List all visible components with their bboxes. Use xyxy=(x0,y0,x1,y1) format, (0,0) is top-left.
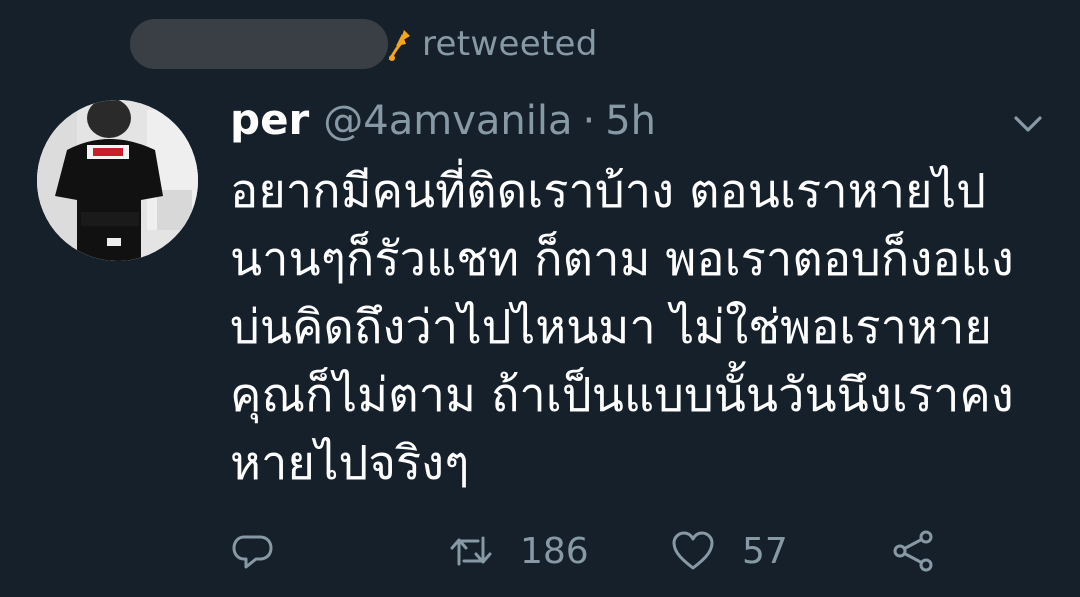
retweeted-label: retweeted xyxy=(422,24,598,64)
retweet-button[interactable]: 186 xyxy=(448,525,589,577)
avatar-photo xyxy=(37,100,198,261)
tweet-text: อยากมีคนที่ติดเราบ้าง ตอนเราหายไป นานๆก็… xyxy=(230,158,1050,498)
chevron-down-icon[interactable] xyxy=(1012,108,1044,140)
redacted-retweeter-name xyxy=(130,19,388,69)
tweet-header: per @4amvanila · 5h xyxy=(230,95,656,151)
like-count: 57 xyxy=(742,530,788,572)
display-name[interactable]: per xyxy=(230,95,309,144)
like-button[interactable]: 57 xyxy=(670,525,788,577)
avatar[interactable] xyxy=(37,100,198,261)
heart-icon xyxy=(672,531,714,570)
retweet-icon xyxy=(450,536,492,566)
share-icon xyxy=(893,530,933,572)
share-button[interactable] xyxy=(890,525,936,577)
tweet-time[interactable]: 5h xyxy=(605,98,656,144)
reply-button[interactable] xyxy=(230,525,276,577)
tweet-text-line: คุณก็ไม่ตาม ถ้าเป็นแบบนั้นวันนึงเราคง xyxy=(230,368,1014,423)
tweet-text-line: บ่นคิดถึงว่าไปไหนมา ไม่ใช่พอเราหาย xyxy=(230,300,992,355)
verified-badge-icon xyxy=(388,30,410,61)
tweet-text-line: หายไปจริงๆ xyxy=(230,436,470,491)
user-handle[interactable]: @4amvanila xyxy=(323,98,572,144)
separator-dot: · xyxy=(582,98,596,144)
reply-icon xyxy=(232,535,273,569)
retweet-banner: retweeted xyxy=(130,16,598,72)
tweet-card[interactable]: retweeted per @4amvanila · 5h อยากมีคนที… xyxy=(0,0,1080,597)
retweet-count: 186 xyxy=(520,530,589,572)
tweet-text-line: อยากมีคนที่ติดเราบ้าง ตอนเราหายไป xyxy=(230,164,986,219)
tweet-actions: 186 57 xyxy=(230,525,1010,577)
tweet-text-line: นานๆก็รัวแชท ก็ตาม พอเราตอบก็งอแง xyxy=(230,232,1014,287)
